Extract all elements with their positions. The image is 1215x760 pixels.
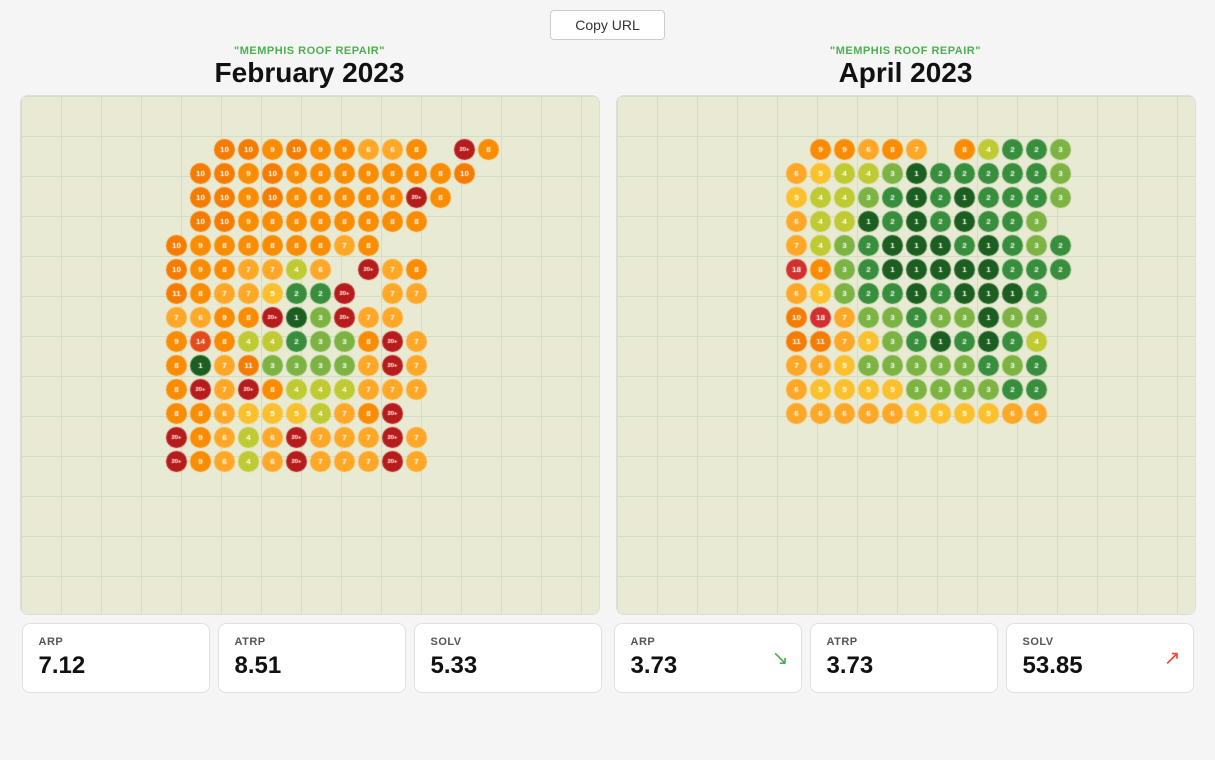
left-map-title: February 2023 — [20, 57, 600, 89]
right-map-title: April 2023 — [616, 57, 1196, 89]
right-stats-group: ARP 3.73 ↘ ATRP 3.73 SOLV 53.85 ↗ — [614, 623, 1194, 693]
right-stat-arp: ARP 3.73 ↘ — [614, 623, 802, 693]
left-stat-solv: SOLV 5.33 — [414, 623, 602, 693]
right-arp-value: 3.73 — [631, 652, 785, 680]
right-stat-solv: SOLV 53.85 ↗ — [1006, 623, 1194, 693]
solv-arrow-up-icon: ↗ — [1164, 646, 1181, 671]
left-atrp-label: ATRP — [235, 636, 389, 648]
right-solv-value: 53.85 — [1023, 652, 1177, 680]
right-map-subtitle: "MEMPHIS ROOF REPAIR" — [616, 45, 1196, 57]
left-map-section: "MEMPHIS ROOF REPAIR" February 2023 — [20, 45, 600, 615]
right-map-wrapper — [616, 95, 1196, 615]
right-map-section: "MEMPHIS ROOF REPAIR" April 2023 — [616, 45, 1196, 615]
left-stat-atrp: ATRP 8.51 — [218, 623, 406, 693]
right-dot-grid-overlay — [617, 96, 1195, 614]
right-atrp-value: 3.73 — [827, 652, 981, 680]
left-dot-grid-overlay — [21, 96, 599, 614]
left-map-subtitle: "MEMPHIS ROOF REPAIR" — [20, 45, 600, 57]
copy-url-button[interactable]: Copy URL — [550, 10, 665, 40]
left-grid-canvas — [35, 115, 585, 595]
left-solv-value: 5.33 — [431, 652, 585, 680]
right-grid-canvas — [631, 115, 1181, 595]
right-solv-label: SOLV — [1023, 636, 1177, 648]
left-stats-group: ARP 7.12 ATRP 8.51 SOLV 5.33 — [22, 623, 602, 693]
right-arp-label: ARP — [631, 636, 785, 648]
left-map-wrapper — [20, 95, 600, 615]
left-arp-label: ARP — [39, 636, 193, 648]
arp-arrow-down-icon: ↘ — [772, 646, 789, 671]
all-stats-container: ARP 7.12 ATRP 8.51 SOLV 5.33 ARP 3.73 ↘ … — [0, 615, 1215, 701]
left-stat-arp: ARP 7.12 — [22, 623, 210, 693]
right-stat-atrp: ATRP 3.73 — [810, 623, 998, 693]
left-map-header: "MEMPHIS ROOF REPAIR" February 2023 — [20, 45, 600, 89]
left-arp-value: 7.12 — [39, 652, 193, 680]
right-atrp-label: ATRP — [827, 636, 981, 648]
left-solv-label: SOLV — [431, 636, 585, 648]
right-map-header: "MEMPHIS ROOF REPAIR" April 2023 — [616, 45, 1196, 89]
left-atrp-value: 8.51 — [235, 652, 389, 680]
